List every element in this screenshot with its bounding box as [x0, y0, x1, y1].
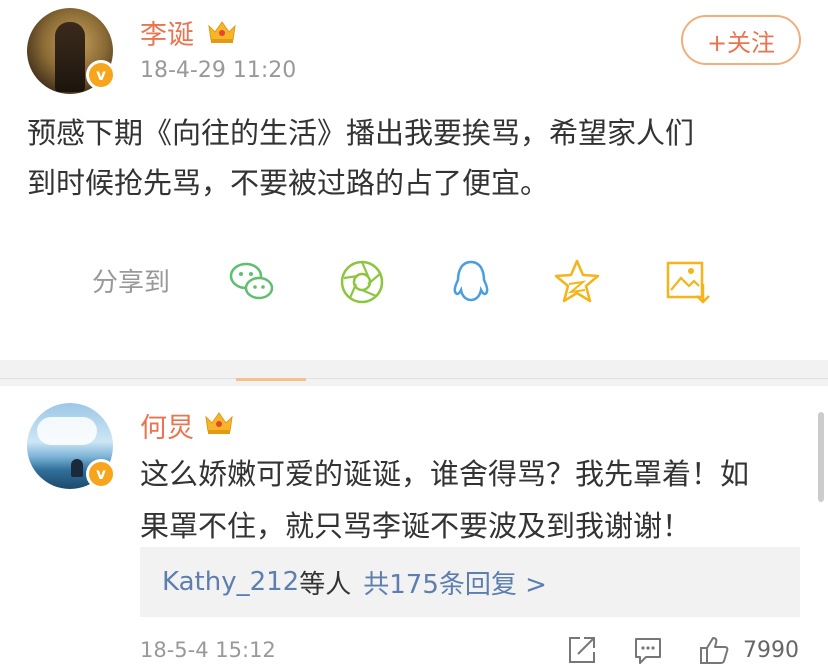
- reply-count-link[interactable]: 共175条回复 >: [363, 564, 547, 601]
- weibo-post: v 李诞 18-4-29 11:20 +关注 预感下期《向往的生活》播出我要挨骂…: [0, 0, 828, 360]
- post-text-line: 到时候抢先骂，不要被过路的占了便宜。: [27, 166, 550, 200]
- reply-username[interactable]: Kathy_212: [162, 567, 299, 597]
- post-text-line: 预感下期《向往的生活》播出我要挨骂，希望家人们: [27, 116, 695, 150]
- tab-indicator: [236, 378, 306, 381]
- comment-icon[interactable]: [632, 634, 664, 666]
- comment-time: 18-5-4 15:12: [140, 638, 276, 662]
- share-label: 分享到: [92, 268, 171, 298]
- replies-summary[interactable]: Kathy_212 等人 共175条回复 >: [140, 547, 800, 617]
- avatar-figure: [55, 22, 85, 92]
- moments-icon[interactable]: [336, 256, 388, 308]
- save-image-icon[interactable]: [661, 256, 713, 308]
- post-text: 预感下期《向往的生活》播出我要挨骂，希望家人们 到时候抢先骂，不要被过路的占了便…: [27, 108, 807, 208]
- comment-text: 这么娇嫩可爱的诞诞，谁舍得骂？我先罩着！如 果罩不住，就只骂李诞不要波及到我谢谢…: [140, 448, 800, 552]
- divider-line: [0, 378, 828, 379]
- like-icon[interactable]: [698, 634, 730, 666]
- post-username[interactable]: 李诞: [140, 13, 194, 52]
- wechat-icon[interactable]: [226, 256, 278, 308]
- follow-button[interactable]: +关注: [681, 15, 801, 65]
- comment-item: v 何炅 这么娇嫩可爱的诞诞，谁舍得骂？我先罩着！如 果罩不住，就只骂李诞不要波…: [0, 386, 828, 671]
- verified-badge: v: [86, 60, 116, 90]
- repost-icon[interactable]: [566, 634, 598, 666]
- comment-text-line: 这么娇嫩可爱的诞诞，谁舍得骂？我先罩着！如: [140, 457, 750, 491]
- comment-text-line: 果罩不住，就只骂李诞不要波及到我谢谢！: [140, 509, 692, 543]
- qq-icon[interactable]: [445, 256, 497, 308]
- scrollbar[interactable]: [818, 412, 824, 502]
- verified-badge: v: [86, 459, 116, 489]
- section-divider: [0, 360, 828, 386]
- qzone-icon[interactable]: [551, 256, 603, 308]
- avatar-cloud: [37, 417, 97, 445]
- reply-others-label: 等人: [299, 569, 352, 600]
- crown-icon: [208, 21, 236, 43]
- avatar-figure: [71, 459, 83, 477]
- like-count: 7990: [743, 638, 799, 663]
- post-time: 18-4-29 11:20: [140, 58, 297, 83]
- crown-icon: [205, 412, 233, 434]
- commenter-username[interactable]: 何炅: [140, 406, 194, 445]
